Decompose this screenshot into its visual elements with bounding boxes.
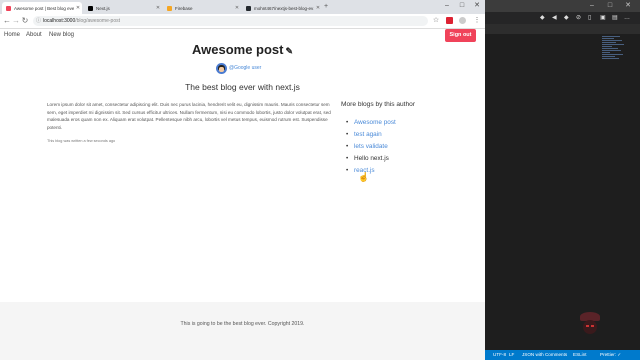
status-language[interactable]: JSON with Comments bbox=[522, 350, 567, 360]
close-window-icon[interactable]: ✕ bbox=[621, 1, 635, 11]
post-subtitle: The best blog ever with next.js bbox=[185, 82, 300, 92]
browser-toolbar: ← → ↻ ⓘ localhost:3000/blog/awesome-post… bbox=[0, 14, 485, 29]
status-eol[interactable]: LF bbox=[509, 350, 514, 360]
vscode-minimap[interactable] bbox=[602, 36, 626, 76]
nav-home[interactable]: Home bbox=[4, 32, 20, 38]
edit-pencil-icon[interactable]: ✎ bbox=[285, 46, 293, 56]
menu-icon[interactable]: ⋮ bbox=[472, 16, 482, 26]
diamond-icon[interactable]: ◆ bbox=[540, 14, 545, 22]
avatar bbox=[216, 62, 227, 74]
tab-favicon bbox=[6, 5, 11, 11]
address-bar[interactable]: ⓘ localhost:3000/blog/awesome-post bbox=[33, 16, 428, 26]
close-icon[interactable]: ✕ bbox=[74, 5, 82, 11]
tab-favicon bbox=[88, 5, 93, 11]
minimize-icon[interactable]: – bbox=[585, 1, 599, 11]
url-host: localhost:3000 bbox=[43, 18, 76, 24]
compare-icon[interactable]: ⊘ bbox=[576, 14, 581, 22]
vscode-titlebar: – □ ✕ bbox=[485, 0, 640, 12]
close-icon[interactable]: ✕ bbox=[233, 5, 241, 11]
star-icon[interactable]: ☆ bbox=[431, 16, 441, 26]
new-tab-button[interactable]: + bbox=[324, 3, 328, 11]
status-encoding[interactable]: UTF-8 bbox=[493, 350, 506, 360]
close-icon[interactable]: ✕ bbox=[314, 5, 322, 11]
post-content: Lorem ipsum dolor sit amet, consectetur … bbox=[47, 102, 331, 130]
post-title: Awesome post bbox=[191, 42, 284, 57]
post-title-row: Awesome post ✎ bbox=[0, 42, 485, 57]
list-item[interactable]: react.js bbox=[346, 165, 396, 177]
written-timestamp: This blog was written a few seconds ago bbox=[47, 139, 116, 143]
tab-strip: Awesome post | Best blog ever wi… ✕ Next… bbox=[0, 0, 485, 14]
close-icon[interactable]: ✕ bbox=[154, 5, 162, 11]
tab-firebase[interactable]: Firebase ✕ bbox=[163, 2, 241, 14]
web-page: Home About New blog Sign out Awesome pos… bbox=[0, 29, 485, 360]
split-icon[interactable]: ▯ bbox=[588, 14, 591, 22]
split-left-icon[interactable]: ◀ bbox=[552, 14, 557, 22]
extension-icon[interactable] bbox=[446, 17, 453, 24]
tab-awesome-post[interactable]: Awesome post | Best blog ever wi… ✕ bbox=[2, 2, 82, 14]
layout-icon[interactable]: ▣ bbox=[600, 14, 606, 22]
tab-title: Next.js bbox=[96, 5, 110, 11]
list-item[interactable]: lets validate bbox=[346, 141, 396, 153]
list-item: Hello next.js bbox=[346, 153, 396, 165]
hand-cursor-icon: ☝ bbox=[358, 172, 370, 182]
info-icon[interactable]: ⓘ bbox=[36, 16, 41, 26]
diamond-icon[interactable]: ◆ bbox=[564, 14, 569, 22]
ninja-logo-icon bbox=[577, 312, 603, 342]
author-name[interactable]: @Google user bbox=[229, 65, 261, 71]
more-blogs-heading: More blogs by this author bbox=[341, 101, 416, 108]
more-blogs-list: Awesome post test again lets validate He… bbox=[346, 117, 396, 177]
minimize-icon[interactable]: – bbox=[440, 1, 454, 11]
list-item[interactable]: Awesome post bbox=[346, 117, 396, 129]
status-prettier[interactable]: Prettier: ✓ bbox=[600, 350, 621, 360]
profile-icon[interactable] bbox=[459, 17, 466, 24]
nav-new-blog[interactable]: New blog bbox=[49, 32, 74, 38]
url-path: /blog/awesome-post bbox=[75, 18, 120, 24]
footer: This is going to be the best blog ever. … bbox=[0, 302, 485, 360]
list-item[interactable]: test again bbox=[346, 129, 396, 141]
tab-favicon bbox=[167, 5, 172, 11]
vscode-statusbar: UTF-8 LF JSON with Comments ESLint Prett… bbox=[485, 350, 640, 360]
footer-text: This is going to be the best blog ever. … bbox=[180, 321, 305, 327]
sign-out-button[interactable]: Sign out bbox=[445, 29, 476, 42]
close-window-icon[interactable]: ✕ bbox=[470, 1, 484, 11]
tab-title: Firebase bbox=[175, 5, 193, 11]
tab-github[interactable]: mohnt467/nextjs-best-blog-ev… ✕ bbox=[242, 2, 322, 14]
maximize-icon[interactable]: □ bbox=[455, 1, 469, 11]
reload-icon[interactable]: ↻ bbox=[20, 16, 30, 26]
browser-window: Awesome post | Best blog ever wi… ✕ Next… bbox=[0, 0, 485, 360]
more-icon[interactable]: … bbox=[624, 14, 630, 22]
author-info: @Google user bbox=[216, 62, 261, 74]
vscode-editor-area bbox=[485, 24, 640, 34]
nav-about[interactable]: About bbox=[26, 32, 42, 38]
layout-icon[interactable]: ▤ bbox=[612, 14, 618, 22]
tab-favicon bbox=[246, 5, 251, 11]
tab-title: Awesome post | Best blog ever wi… bbox=[14, 5, 74, 11]
tab-title: mohnt467/nextjs-best-blog-ev… bbox=[254, 5, 314, 11]
status-eslint[interactable]: ESLint bbox=[573, 350, 587, 360]
tab-nextjs[interactable]: Next.js ✕ bbox=[84, 2, 162, 14]
maximize-icon[interactable]: □ bbox=[603, 1, 617, 11]
